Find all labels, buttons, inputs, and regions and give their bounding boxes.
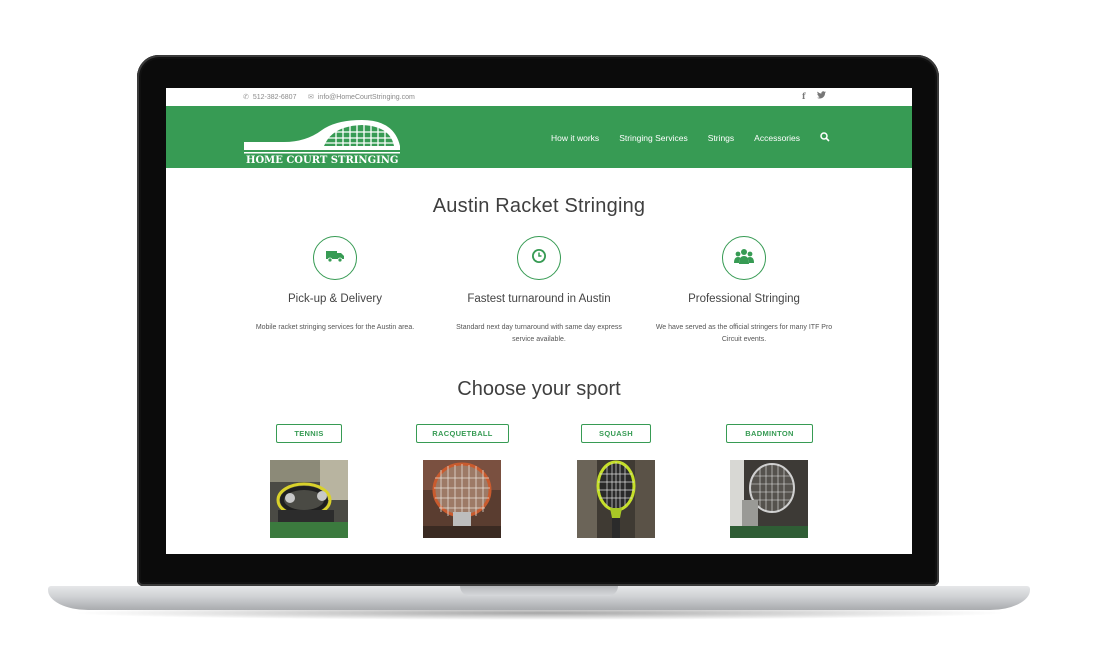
page-title: Austin Racket Stringing [432, 195, 646, 217]
search-icon[interactable] [820, 132, 830, 144]
feature-icon-circle [722, 236, 766, 280]
phone-contact[interactable]: ✆ 512-382-6807 [243, 93, 297, 102]
website-screen: ✆ 512-382-6807 ✉ info@HomeCourtStringing… [166, 88, 912, 554]
logo-text: HOME COURT STRINGING [246, 155, 398, 164]
feature-professional-stringing: Professional Stringing We have served as… [644, 236, 844, 346]
nav-accessories[interactable]: Accessories [754, 133, 800, 143]
sport-button-racquetball[interactable]: RACQUETBALL [416, 424, 509, 443]
feature-title: Professional Stringing [688, 293, 800, 305]
group-icon [734, 248, 754, 269]
truck-icon [326, 249, 344, 267]
sport-button-tennis[interactable]: TENNIS [276, 424, 342, 443]
feature-title: Fastest turnaround in Austin [467, 293, 611, 305]
nav-stringing-services[interactable]: Stringing Services [619, 133, 688, 143]
nav-how-it-works[interactable]: How it works [551, 133, 599, 143]
home-court-stringing-logo[interactable]: HOME COURT STRINGING [244, 116, 404, 166]
feature-fastest-turnaround: Fastest turnaround in Austin Standard ne… [439, 236, 639, 346]
racquetball-racket-photo[interactable] [423, 460, 501, 538]
squash-racket-photo[interactable] [577, 460, 655, 538]
main-navigation: How it works Stringing Services Strings … [551, 132, 830, 144]
laptop-notch [460, 586, 618, 596]
sport-button-squash[interactable]: SQUASH [581, 424, 651, 443]
feature-description: We have served as the official stringers… [655, 324, 833, 343]
phone-icon: ✆ [243, 94, 249, 101]
twitter-icon[interactable] [817, 91, 827, 101]
site-header: HOME COURT STRINGING How it works String… [166, 106, 912, 168]
choose-sport-heading: Choose your sport [457, 378, 621, 400]
feature-icon-circle [517, 236, 561, 280]
social-links: f [802, 91, 827, 101]
top-bar: ✆ 512-382-6807 ✉ info@HomeCourtStringing… [166, 88, 912, 106]
phone-number: 512-382-6807 [252, 93, 297, 101]
email-contact[interactable]: ✉ info@HomeCourtStringing.com [308, 93, 415, 102]
envelope-icon: ✉ [308, 94, 314, 101]
email-address: info@HomeCourtStringing.com [317, 93, 415, 101]
feature-description: Mobile racket stringing services for the… [255, 324, 415, 331]
feature-pickup-delivery: Pick-up & Delivery Mobile racket stringi… [235, 236, 435, 334]
feature-icon-circle [313, 236, 357, 280]
badminton-racket-photo[interactable] [730, 460, 808, 538]
feature-description: Standard next day turnaround with same d… [456, 324, 622, 343]
feature-title: Pick-up & Delivery [288, 293, 382, 305]
clock-icon [531, 248, 547, 269]
sport-button-badminton[interactable]: BADMINTON [726, 424, 813, 443]
facebook-icon[interactable]: f [802, 91, 805, 101]
nav-strings[interactable]: Strings [708, 133, 734, 143]
tennis-racket-photo[interactable] [270, 460, 348, 538]
